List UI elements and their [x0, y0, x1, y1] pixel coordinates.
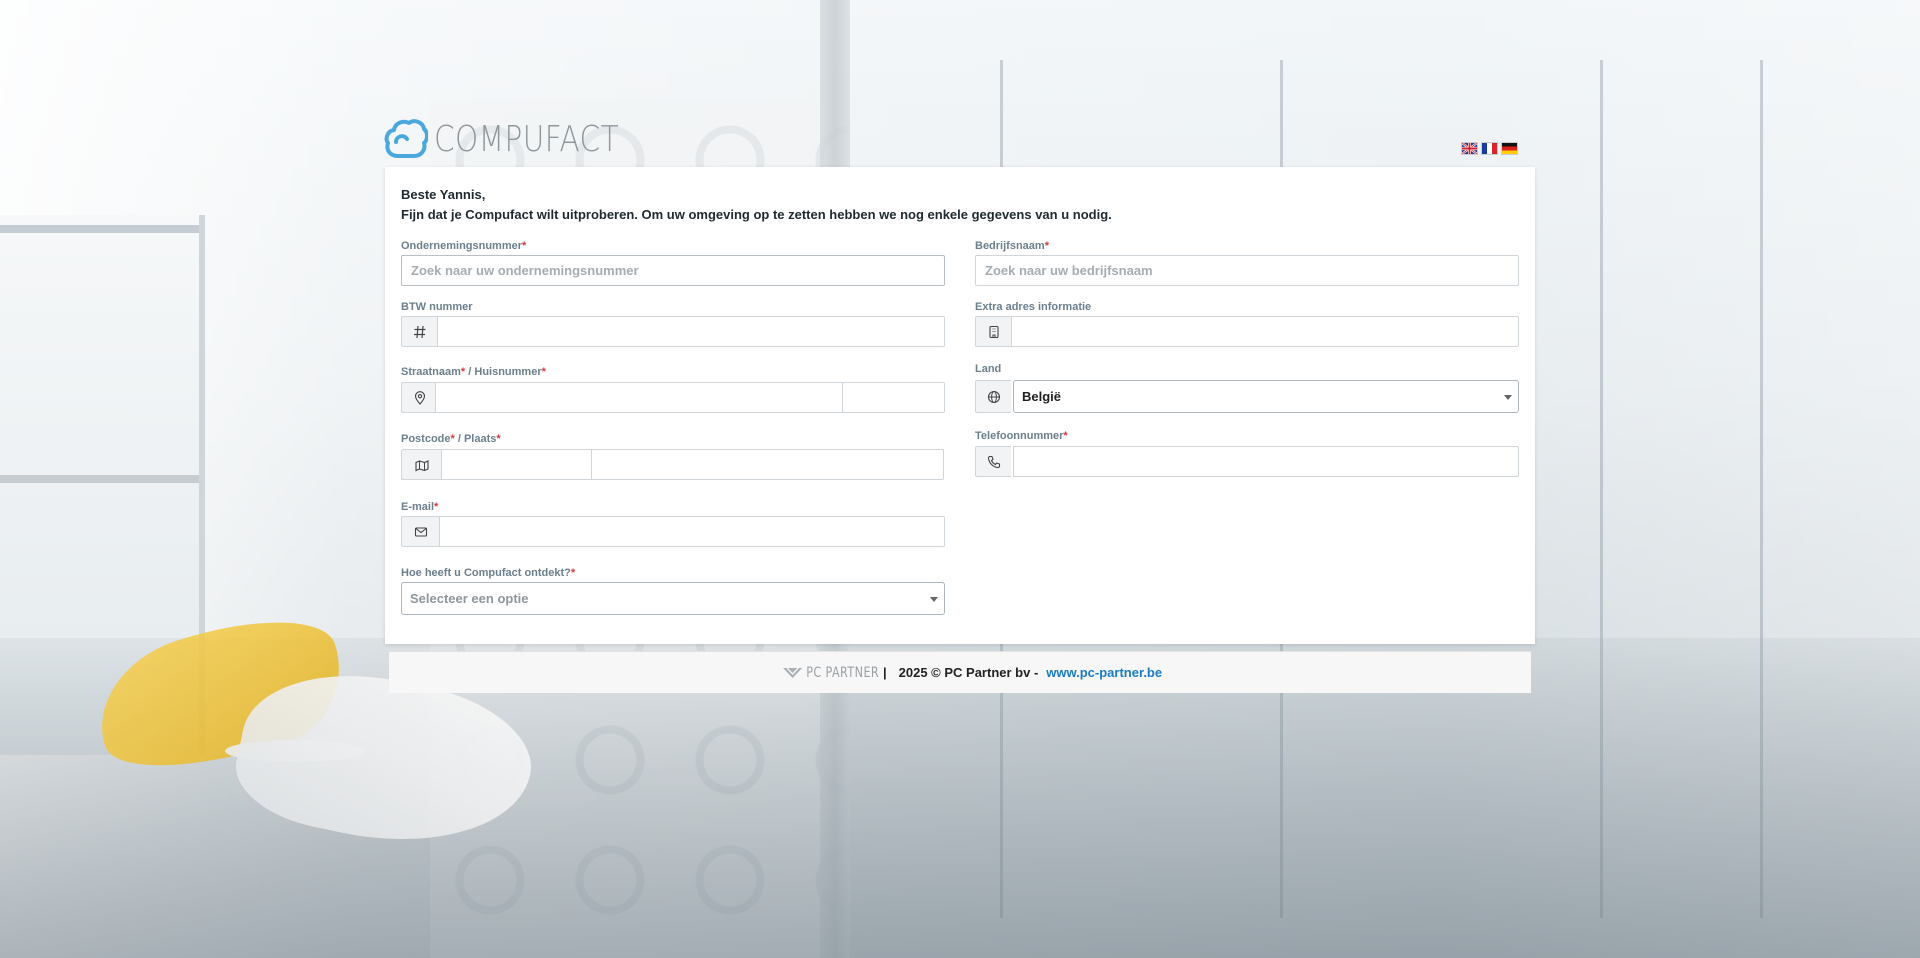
- country-select[interactable]: België: [1013, 380, 1519, 413]
- postcode-label: Postcode* / Plaats*: [401, 433, 501, 445]
- city-input[interactable]: [591, 449, 944, 480]
- chevron-down-icon: [1504, 395, 1512, 400]
- greeting-line-2: Fijn dat je Compufact wilt uitproberen. …: [401, 207, 1112, 222]
- postcode-input[interactable]: [441, 449, 592, 480]
- building-icon: [975, 316, 1011, 347]
- flag-fr-icon[interactable]: [1481, 142, 1498, 155]
- footer-divider: |: [883, 665, 887, 680]
- country-selected-value: België: [1022, 389, 1062, 404]
- discovery-label: Hoe heeft u Compufact ontdekt?*: [401, 567, 576, 579]
- footer-copyright: 2025 © PC Partner bv -: [898, 665, 1039, 680]
- flag-de-icon[interactable]: [1501, 142, 1518, 155]
- globe-icon: [975, 380, 1011, 413]
- company-number-input[interactable]: [401, 255, 945, 286]
- greeting: Beste Yannis, Fijn dat je Compufact wilt…: [401, 185, 1112, 225]
- logo-text: COMPUFACT: [434, 118, 620, 160]
- compufact-logo: COMPUFACT: [384, 118, 660, 160]
- house-number-input[interactable]: [842, 382, 945, 413]
- map-icon: [401, 449, 441, 480]
- country-label: Land: [975, 363, 1002, 375]
- flag-uk-icon[interactable]: [1461, 142, 1478, 155]
- pc-partner-logo-icon: [782, 667, 803, 678]
- language-switcher: [1461, 142, 1518, 155]
- phone-label: Telefoonnummer*: [975, 430, 1068, 442]
- discovery-select[interactable]: Selecteer een optie: [401, 582, 945, 615]
- extra-address-label: Extra adres informatie: [975, 301, 1092, 313]
- vat-label: BTW nummer: [401, 301, 473, 313]
- company-number-label: Ondernemingsnummer*: [401, 240, 527, 252]
- pc-partner-logo: PC PARTNER: [782, 665, 879, 681]
- hash-icon: [401, 316, 437, 347]
- footer: PC PARTNER | 2025 © PC Partner bv - www.…: [389, 651, 1531, 693]
- onboarding-form-card: Beste Yannis, Fijn dat je Compufact wilt…: [385, 167, 1535, 644]
- email-label: E-mail*: [401, 501, 439, 513]
- phone-icon: [975, 446, 1011, 477]
- footer-website-link[interactable]: www.pc-partner.be: [1046, 665, 1162, 680]
- company-name-label: Bedrijfsnaam*: [975, 240, 1049, 252]
- extra-address-input[interactable]: [1011, 316, 1519, 347]
- map-pin-icon: [401, 382, 437, 413]
- street-label: Straatnaam* / Huisnummer*: [401, 366, 546, 378]
- email-input[interactable]: [439, 516, 945, 547]
- company-name-input[interactable]: [975, 255, 1519, 286]
- street-input[interactable]: [435, 382, 843, 413]
- envelope-icon: [401, 516, 439, 547]
- discovery-placeholder: Selecteer een optie: [410, 591, 529, 606]
- pc-partner-logo-text: PC PARTNER: [806, 664, 879, 681]
- phone-input[interactable]: [1013, 446, 1519, 477]
- vat-input[interactable]: [437, 316, 945, 347]
- cloud-logo-icon: [384, 119, 428, 158]
- greeting-line-1: Beste Yannis,: [401, 187, 486, 202]
- chevron-down-icon: [930, 597, 938, 602]
